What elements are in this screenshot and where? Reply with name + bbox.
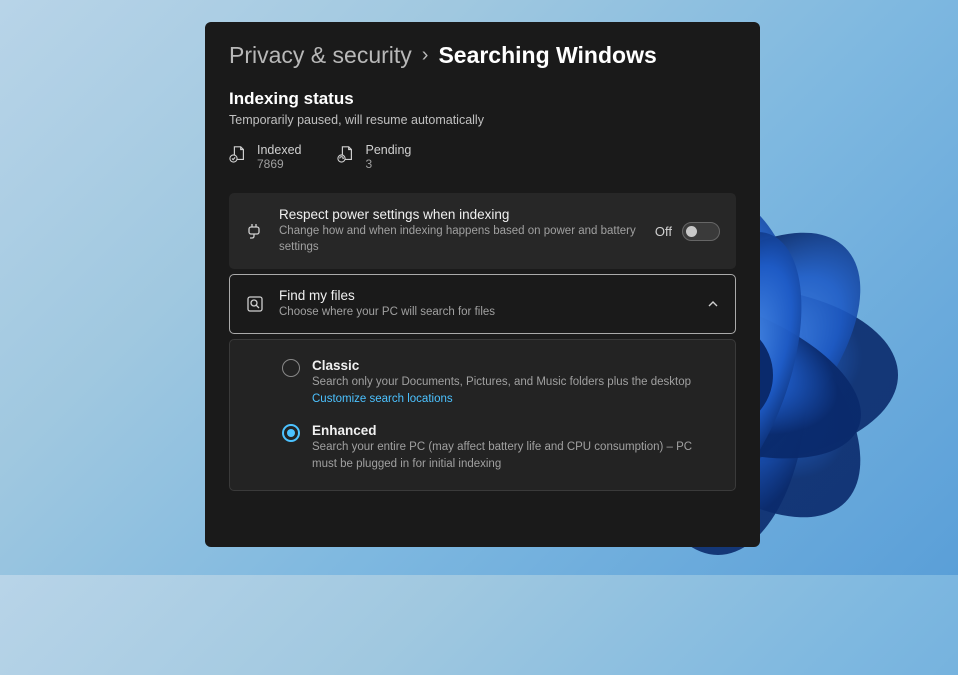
radio-enhanced[interactable] xyxy=(282,424,300,442)
toggle-state-label: Off xyxy=(655,224,672,239)
radio-option-classic[interactable]: Classic Search only your Documents, Pict… xyxy=(282,358,715,405)
radio-classic[interactable] xyxy=(282,359,300,377)
radio-enhanced-desc: Search your entire PC (may affect batter… xyxy=(312,439,715,472)
stat-indexed-value: 7869 xyxy=(257,157,301,171)
radio-classic-desc: Search only your Documents, Pictures, an… xyxy=(312,374,715,391)
stat-pending-value: 3 xyxy=(365,157,411,171)
chevron-up-icon xyxy=(706,297,720,311)
settings-panel: Privacy & security › Searching Windows I… xyxy=(205,22,760,547)
find-my-files-card[interactable]: Find my files Choose where your PC will … xyxy=(229,274,736,334)
respect-power-toggle[interactable] xyxy=(682,222,720,241)
chevron-right-icon: › xyxy=(422,44,429,67)
find-my-files-options: Classic Search only your Documents, Pict… xyxy=(229,339,736,491)
indexing-status-title: Indexing status xyxy=(229,89,736,109)
respect-power-desc: Change how and when indexing happens bas… xyxy=(279,223,641,255)
stat-indexed-label: Indexed xyxy=(257,143,301,157)
breadcrumb: Privacy & security › Searching Windows xyxy=(229,42,736,69)
respect-power-card[interactable]: Respect power settings when indexing Cha… xyxy=(229,193,736,269)
breadcrumb-current: Searching Windows xyxy=(438,42,656,69)
file-refresh-icon xyxy=(337,145,355,163)
indexing-status-desc: Temporarily paused, will resume automati… xyxy=(229,113,736,127)
plug-icon xyxy=(245,221,265,241)
find-my-files-title: Find my files xyxy=(279,288,692,303)
radio-option-enhanced[interactable]: Enhanced Search your entire PC (may affe… xyxy=(282,423,715,472)
radio-classic-title: Classic xyxy=(312,358,715,373)
respect-power-title: Respect power settings when indexing xyxy=(279,207,641,222)
customize-search-locations-link[interactable]: Customize search locations xyxy=(312,393,715,405)
file-check-icon xyxy=(229,145,247,163)
stat-pending-label: Pending xyxy=(365,143,411,157)
stat-indexed: Indexed 7869 xyxy=(229,143,301,171)
stat-pending: Pending 3 xyxy=(337,143,411,171)
indexing-stats: Indexed 7869 Pending 3 xyxy=(229,143,736,171)
find-my-files-desc: Choose where your PC will search for fil… xyxy=(279,304,692,320)
file-search-icon xyxy=(245,294,265,314)
radio-enhanced-title: Enhanced xyxy=(312,423,715,438)
breadcrumb-parent[interactable]: Privacy & security xyxy=(229,42,412,69)
